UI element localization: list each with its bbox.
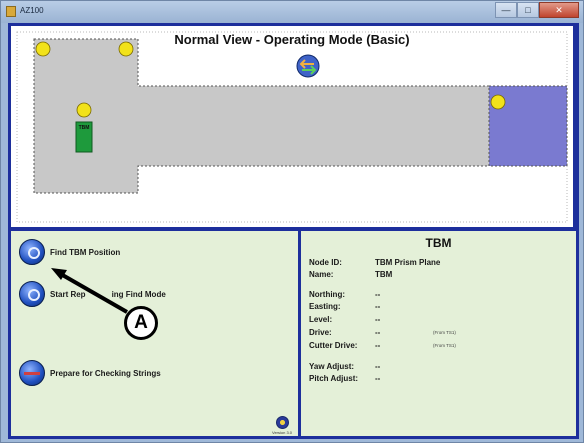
client-area: TBM Normal View - Operating Mode (Basic)… [8, 23, 579, 439]
version-label: Version 3.0 [272, 430, 293, 435]
start-find-mode-label: Start Rep ing Find Mode [50, 289, 166, 299]
title-bar[interactable]: AZ100 — □ ✕ [1, 1, 583, 23]
prepare-strings-button[interactable]: Prepare for Checking Strings [19, 360, 161, 386]
tunnel-outline [33, 38, 490, 194]
app-window: AZ100 — □ ✕ TBM Normal View - Operating … [0, 0, 584, 443]
tbm-panel-title: TBM [425, 236, 452, 250]
find-tbm-button[interactable]: Find TBM Position [19, 239, 120, 265]
version-info[interactable]: Version 3.0 [272, 416, 292, 435]
marker-end [490, 94, 506, 110]
callout-label: A [124, 306, 158, 340]
tbm-info-panel: TBM Node ID: TBM Prism Plane Name: TBM Nor… [301, 231, 576, 436]
maximize-button[interactable]: □ [517, 2, 539, 18]
prepare-strings-label: Prepare for Checking Strings [50, 368, 161, 378]
version-icon [275, 416, 289, 429]
info-row-cutter-drive: Cutter Drive: -- (From TS1) [309, 341, 456, 350]
strings-icon [19, 360, 45, 386]
app-icon [6, 6, 16, 17]
tunnel-map: TBM [16, 31, 568, 223]
actions-panel: Find TBM Position Start Rep ing Find Mode… [11, 231, 298, 436]
close-button[interactable]: ✕ [539, 2, 579, 18]
view-toggle-icon [296, 54, 320, 78]
minimize-button[interactable]: — [495, 2, 517, 18]
info-row-pitch-adjust: Pitch Adjust: -- [309, 374, 381, 383]
info-row-northing: Northing: -- [309, 290, 381, 299]
marker-tbm [76, 102, 92, 118]
info-row-easting: Easting: -- [309, 302, 381, 311]
maximize-icon: □ [525, 5, 531, 15]
window-controls: — □ ✕ [495, 2, 579, 18]
info-row-yaw-adjust: Yaw Adjust: -- [309, 362, 381, 371]
start-find-mode-button[interactable]: Start Rep ing Find Mode [19, 281, 166, 307]
info-row-drive: Drive: -- (From TS1) [309, 328, 456, 337]
window-title: AZ100 [20, 6, 44, 15]
info-row-name: Name: TBM [309, 270, 393, 279]
view-title: Normal View - Operating Mode (Basic) [174, 32, 410, 47]
magnifier-icon [19, 281, 45, 307]
info-row-node-id: Node ID: TBM Prism Plane [309, 258, 441, 267]
minimize-icon: — [501, 5, 511, 15]
info-row-level: Level: -- [309, 315, 381, 324]
tbm-block-label: TBM [79, 125, 90, 131]
magnifier-icon [19, 239, 45, 265]
normal-view-panel: TBM Normal View - Operating Mode (Basic) [11, 26, 573, 227]
close-icon: ✕ [555, 4, 563, 15]
find-tbm-label: Find TBM Position [50, 247, 121, 257]
